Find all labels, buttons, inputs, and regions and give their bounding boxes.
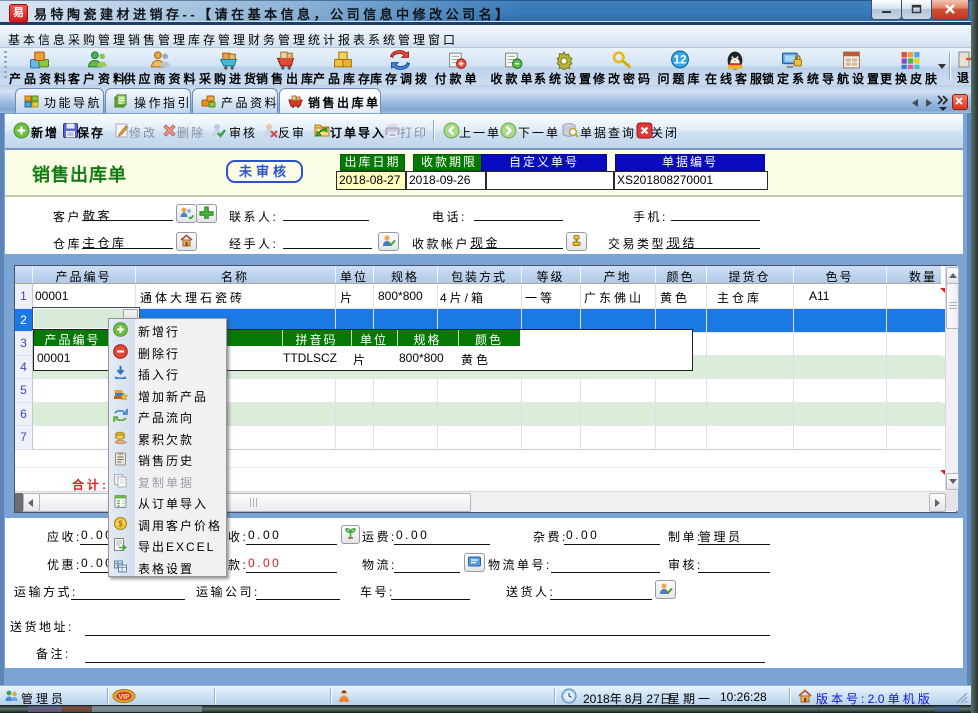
svg-text:$: $: [118, 520, 123, 529]
svg-text:VIP: VIP: [118, 694, 130, 701]
svg-text:12: 12: [674, 55, 687, 67]
